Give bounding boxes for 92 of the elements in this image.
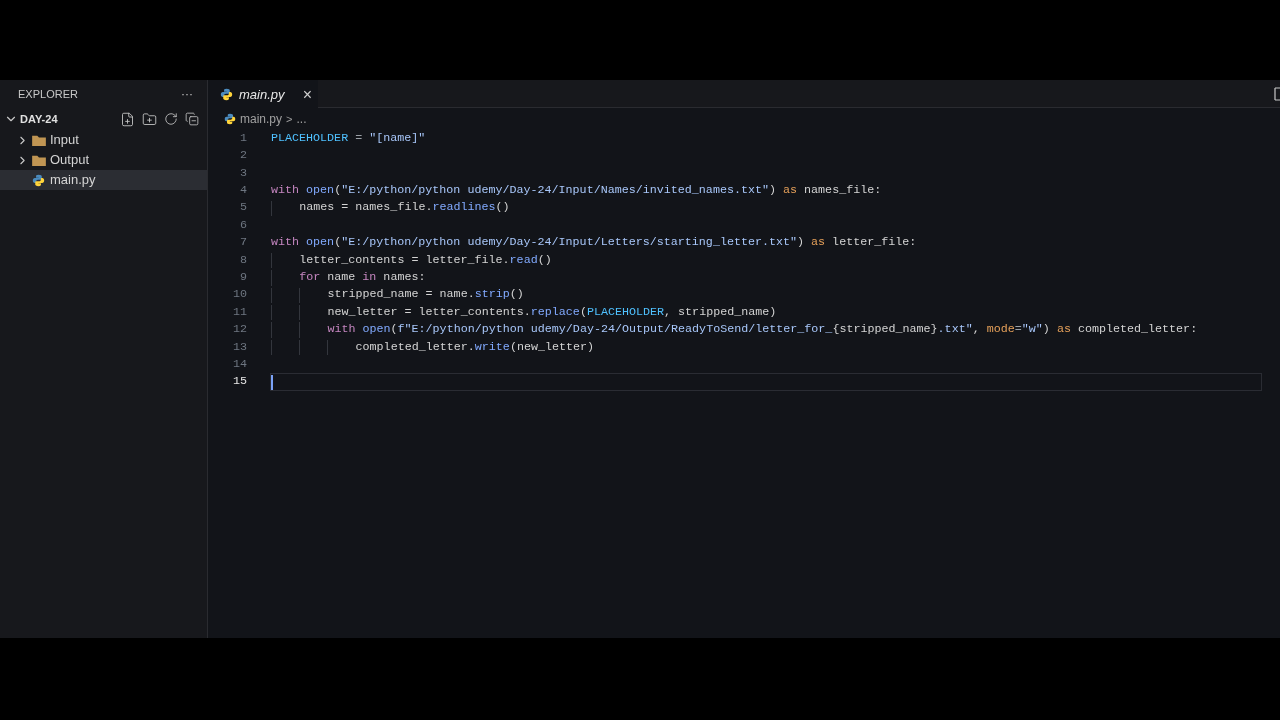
code-token: f"E:/python/python udemy/Day-24/Output/ReadyToSend/letter_for_ (397, 321, 833, 339)
code-token: , (972, 321, 981, 339)
tab-label: main.py (239, 85, 286, 104)
line-number: 5 (239, 199, 248, 217)
code-token: name (326, 269, 357, 287)
code-token: ) (769, 182, 777, 200)
line-number: 7 (239, 234, 248, 252)
line-number: 13 (231, 338, 248, 356)
code-token: with (271, 234, 301, 252)
breadcrumb-file[interactable]: main.py (240, 110, 283, 128)
file-name: main.py (50, 171, 96, 190)
code-token: = (354, 129, 364, 147)
editor-tab[interactable]: main.py × (208, 80, 318, 109)
code-token: ) (797, 234, 806, 252)
breadcrumb-symbol[interactable]: ... (296, 110, 307, 128)
line-number: 1 (239, 129, 248, 147)
code-token: completed_letter: (1076, 321, 1198, 339)
code-token: "E:/python/python udemy/Day-24/Input/Names/invited_names.txt" (341, 182, 769, 200)
line-number: 6 (239, 216, 248, 234)
python-icon (32, 173, 45, 187)
code-token: "E:/python/python udemy/Day-24/Input/Letters/starting_letter.txt" (341, 234, 798, 252)
code-token: ( (579, 303, 587, 321)
code-token: {stripped_name} (832, 321, 938, 339)
file-tree-item[interactable]: Input (0, 130, 207, 150)
breadcrumb-separator: > (286, 111, 293, 127)
new-folder-icon[interactable] (142, 111, 157, 127)
refresh-icon[interactable] (164, 111, 178, 126)
code-token: completed_letter. (355, 338, 475, 356)
code-token: stripped_name = name. (327, 286, 475, 304)
collapse-all-icon[interactable] (185, 111, 199, 126)
code-token: (new_letter) (509, 338, 595, 356)
code-token: () (495, 199, 510, 217)
file-tree-item[interactable]: Output (0, 150, 207, 170)
line-number: 10 (231, 286, 248, 304)
code-token: open (362, 321, 391, 339)
code-token: ( (334, 182, 342, 200)
split-editor-icon[interactable] (1274, 87, 1280, 101)
explorer-title: EXPLORER (18, 86, 78, 102)
code-token: as (1056, 321, 1071, 339)
code-token: replace (530, 303, 580, 321)
code-token: write (474, 338, 510, 356)
text-cursor (271, 374, 273, 390)
folder-icon (32, 154, 46, 166)
line-number: 9 (239, 269, 248, 287)
line-number: 11 (231, 303, 248, 321)
code-token: () (509, 286, 524, 304)
line-number: 8 (239, 251, 248, 269)
code-token: = (1014, 321, 1022, 339)
file-name: Input (50, 131, 79, 150)
line-number: 3 (239, 164, 248, 182)
code-token: PLACEHOLDER (586, 303, 665, 321)
file-name: Output (50, 151, 90, 170)
code-token: ( (334, 234, 342, 252)
code-token: strip (474, 286, 510, 304)
code-token: ( (390, 321, 398, 339)
code-token: as (783, 182, 798, 200)
code-token: names: (382, 269, 426, 287)
code-token: as (811, 234, 826, 252)
code-token: letter_contents = letter_file. (299, 251, 510, 269)
code-token: "[name]" (369, 129, 426, 147)
code-token: "w" (1021, 321, 1043, 339)
code-token: letter_file: (831, 234, 917, 252)
code-token: names_file: (803, 182, 882, 200)
code-token: , stripped_name) (664, 303, 777, 321)
code-token: mode (986, 321, 1015, 339)
code-token: () (537, 251, 552, 269)
code-token: read (509, 251, 538, 269)
workspace-folder-label[interactable]: DAY-24 (20, 110, 120, 128)
code-token: new_letter = letter_contents. (327, 303, 531, 321)
line-number: 2 (239, 147, 248, 165)
line-number: 14 (231, 356, 248, 373)
code-token: for (299, 269, 321, 287)
python-icon (224, 113, 236, 125)
folder-icon (32, 134, 46, 146)
python-icon (220, 88, 233, 101)
code-token: open (306, 234, 335, 252)
code-token: .txt" (937, 321, 973, 339)
code-token: with (327, 321, 357, 339)
code-token: ) (1042, 321, 1051, 339)
line-number: 15 (231, 373, 248, 391)
close-button[interactable]: × (302, 86, 312, 103)
line-number: 12 (231, 321, 248, 339)
more-actions-button[interactable]: ··· (181, 85, 193, 103)
code-token: with (271, 182, 301, 200)
file-tree-item[interactable]: main.py (0, 170, 207, 190)
line-number: 4 (239, 182, 248, 200)
new-file-icon[interactable] (120, 111, 135, 127)
code-token: open (306, 182, 335, 200)
code-token: readlines (432, 199, 496, 217)
code-token: PLACEHOLDER (271, 129, 349, 147)
code-token: names = names_file. (299, 199, 433, 217)
code-token: in (362, 269, 377, 287)
